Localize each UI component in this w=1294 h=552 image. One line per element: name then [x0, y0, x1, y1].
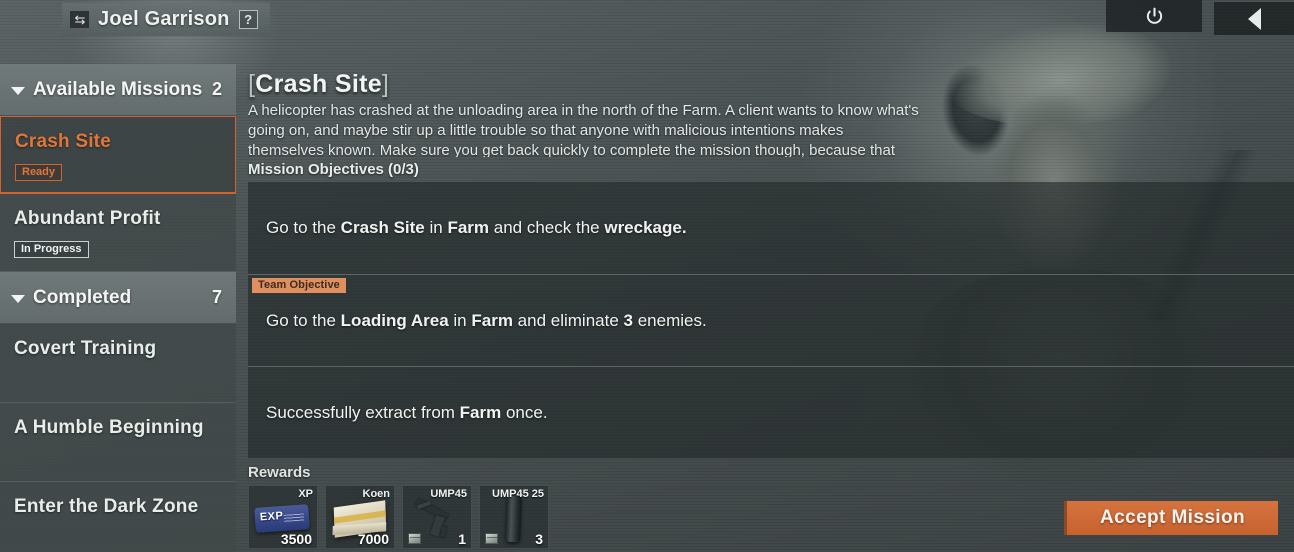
mission-title: Crash Site	[15, 131, 111, 152]
bracket-close: ]	[381, 70, 390, 98]
swap-icon[interactable]: ⇆	[70, 11, 89, 28]
reward-name: XP	[298, 488, 313, 500]
objectives-heading: Mission Objectives (0/3)	[248, 161, 419, 178]
reward-card-xp[interactable]: XP 3500	[248, 485, 318, 549]
xp-card-icon	[254, 504, 310, 533]
reward-name: Koen	[362, 488, 391, 500]
status-badge: Ready	[15, 164, 63, 181]
mission-description: A helicopter has crashed at the unloadin…	[248, 102, 919, 157]
crate-icon	[485, 533, 498, 544]
section-count: 2	[211, 79, 222, 99]
sidebar-item-crash-site[interactable]: Crash Site Ready	[0, 116, 236, 194]
section-count: 7	[211, 287, 222, 307]
reward-card-ump45-mag[interactable]: UMP45 25 3	[479, 485, 549, 549]
reward-card-koen[interactable]: Koen 7000	[325, 485, 395, 549]
accept-mission-label: Accept Mission	[1100, 507, 1245, 528]
chevron-down-icon	[11, 86, 25, 95]
section-label: Completed	[33, 286, 132, 308]
magazine-icon	[505, 495, 522, 543]
mission-detail-panel: [Crash Site] A helicopter has crashed at…	[248, 70, 1294, 552]
mission-title: Enter the Dark Zone	[14, 496, 199, 517]
status-badge: In Progress	[14, 241, 89, 258]
reward-quantity: 7000	[357, 531, 389, 547]
sidebar-item-abundant-profit[interactable]: Abundant Profit In Progress	[0, 194, 236, 272]
page-title: [Crash Site]	[248, 70, 1294, 99]
section-label: Available Missions	[33, 78, 203, 100]
back-button[interactable]	[1214, 2, 1294, 35]
page-title-text: Crash Site	[255, 70, 382, 98]
reward-name: UMP45 25	[492, 488, 544, 500]
mission-screen: ⇆ Joel Garrison ? Available Missions 2 C…	[0, 0, 1294, 552]
mission-title: Abundant Profit	[14, 208, 161, 229]
trader-name: Joel Garrison	[98, 8, 230, 30]
reward-card-ump45[interactable]: UMP45 1	[402, 485, 472, 549]
back-arrow-icon	[1247, 7, 1261, 30]
reward-quantity: 1	[458, 531, 466, 547]
mission-sidebar: Available Missions 2 Crash Site Ready Ab…	[0, 64, 236, 552]
objective-row: Go to the Crash Site in Farm and check t…	[248, 182, 1294, 274]
power-icon	[1146, 7, 1162, 24]
rewards-heading: Rewards	[248, 464, 311, 481]
sidebar-section-available[interactable]: Available Missions 2	[0, 64, 236, 116]
objective-text: Go to the Crash Site in Farm and check t…	[266, 218, 687, 237]
objective-text: Successfully extract from Farm once.	[266, 402, 548, 422]
top-bar: ⇆ Joel Garrison ?	[0, 0, 1294, 40]
trader-tab[interactable]: ⇆ Joel Garrison ?	[62, 3, 270, 36]
objective-row: Successfully extract from Farm once.	[248, 366, 1294, 458]
objective-row: Team Objective Go to the Loading Area in…	[248, 274, 1294, 366]
accept-mission-button[interactable]: Accept Mission	[1064, 501, 1278, 535]
mission-title: Covert Training	[14, 338, 157, 359]
help-icon[interactable]: ?	[238, 10, 258, 29]
chevron-down-icon	[11, 294, 25, 303]
reward-quantity: 3500	[280, 531, 312, 547]
sidebar-item-covert-training[interactable]: Covert Training	[0, 324, 236, 403]
objective-text: Go to the Loading Area in Farm and elimi…	[266, 310, 707, 330]
power-button[interactable]	[1106, 0, 1202, 32]
reward-name: UMP45	[430, 488, 467, 500]
sidebar-section-completed[interactable]: Completed 7	[0, 272, 236, 324]
team-objective-badge: Team Objective	[252, 278, 346, 293]
sidebar-item-a-humble-beginning[interactable]: A Humble Beginning	[0, 403, 236, 482]
reward-quantity: 3	[535, 531, 543, 547]
objectives-list: Go to the Crash Site in Farm and check t…	[248, 182, 1294, 458]
mission-title: A Humble Beginning	[14, 417, 204, 438]
sidebar-item-enter-the-dark-zone[interactable]: Enter the Dark Zone	[0, 482, 236, 552]
crate-icon	[408, 533, 421, 544]
